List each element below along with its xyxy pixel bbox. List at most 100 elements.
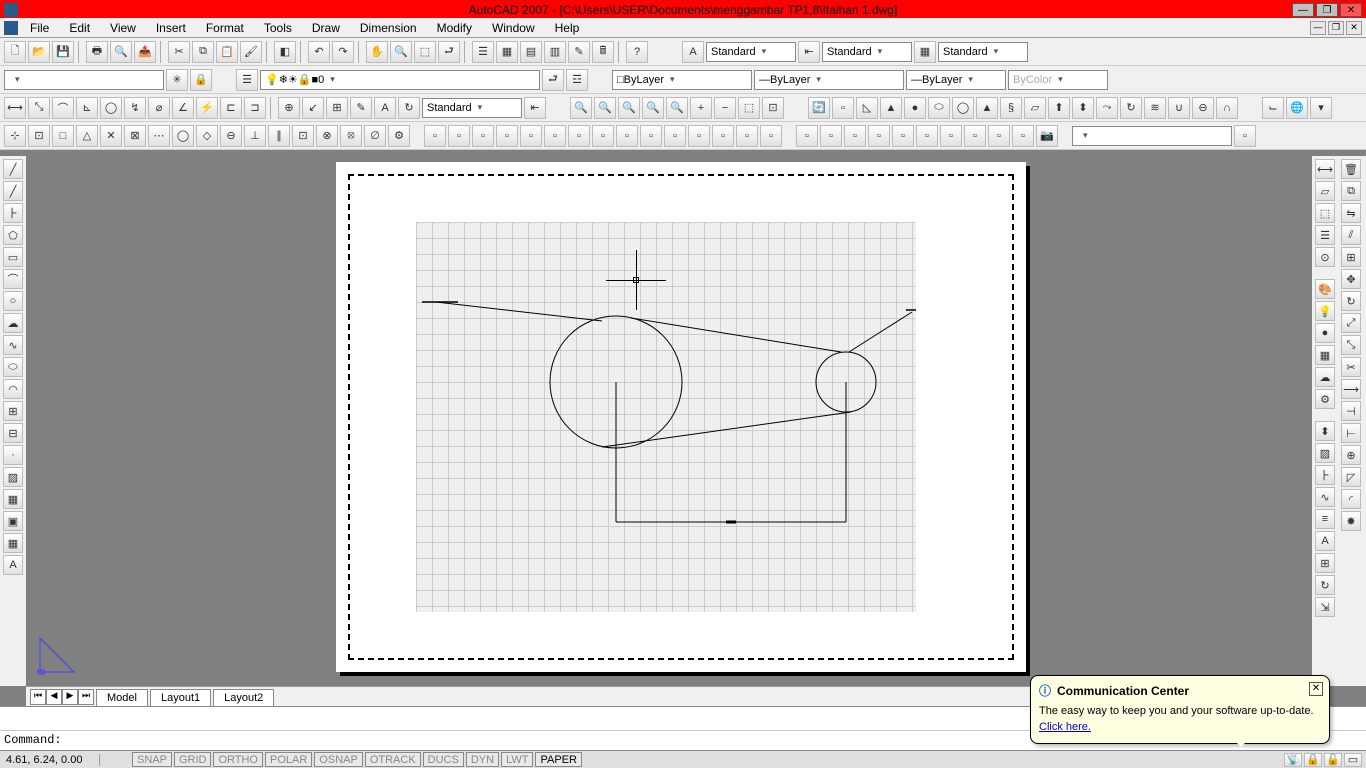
dim-edit-button[interactable]: ✎ (350, 97, 372, 119)
3d-intersect-button[interactable]: ∩ (1216, 97, 1238, 119)
balloon-link[interactable]: Click here. (1039, 721, 1321, 733)
workspace-combo[interactable] (4, 70, 164, 90)
solid-rotate-face-button[interactable]: ▫ (520, 125, 542, 147)
drawing-area[interactable] (26, 156, 1312, 686)
tablestyle-icon[interactable]: ▦ (914, 41, 936, 63)
make-block-button[interactable]: ⊟ (3, 423, 23, 443)
chamfer-button[interactable]: ◸ (1341, 467, 1361, 487)
comm-center-icon[interactable]: 📡 (1284, 753, 1302, 767)
balloon-close-button[interactable]: ✕ (1309, 682, 1323, 696)
textstyle-icon[interactable]: A (682, 41, 704, 63)
dim-style-combo[interactable]: Standard (822, 42, 912, 62)
lights-button[interactable]: 💡 (1315, 301, 1335, 321)
solid-extrude-face-button[interactable]: ▫ (424, 125, 446, 147)
markup-button[interactable]: ✎ (568, 41, 590, 63)
area-button[interactable]: ▱ (1315, 181, 1335, 201)
solid-color-edge-button[interactable]: ▫ (640, 125, 662, 147)
line-button[interactable]: ╱ (3, 159, 23, 179)
tab-layout1[interactable]: Layout1 (150, 689, 211, 706)
dimstyle-icon[interactable]: ⇤ (798, 41, 820, 63)
dim-jogged-button[interactable]: ↯ (124, 97, 146, 119)
workspace-settings-button[interactable]: ✳ (166, 69, 188, 91)
dim-style-button[interactable]: ⇤ (524, 97, 546, 119)
plot-button[interactable]: 🖶 (86, 41, 108, 63)
3d-helix-button[interactable]: § (1000, 97, 1022, 119)
3d-rotate-button[interactable]: 🔄 (808, 97, 830, 119)
3d-union-button[interactable]: ∪ (1168, 97, 1190, 119)
3d-extrude-button[interactable]: ⬆ (1048, 97, 1070, 119)
zoom-object-button[interactable]: 🔍 (666, 97, 688, 119)
render-env-button[interactable]: ☁ (1315, 367, 1335, 387)
publish-button[interactable]: 📤 (134, 41, 156, 63)
osnap-toggle[interactable]: OSNAP (314, 752, 363, 767)
menu-view[interactable]: View (100, 21, 146, 35)
attribute-edit-button[interactable]: A (1315, 531, 1335, 551)
lock-icon[interactable]: 🔒 (1304, 753, 1322, 767)
solid-offset-face-button[interactable]: ▫ (472, 125, 494, 147)
dim-diameter-button[interactable]: ⌀ (148, 97, 170, 119)
dim-linear-button[interactable]: ⟷ (4, 97, 26, 119)
solid-delete-face-button[interactable]: ▫ (496, 125, 518, 147)
polar-toggle[interactable]: POLAR (265, 752, 312, 767)
lwt-toggle[interactable]: LWT (501, 752, 533, 767)
view-camera-button[interactable]: 📷 (1036, 125, 1058, 147)
dim-ordinate-button[interactable]: ⊾ (76, 97, 98, 119)
ellipse-arc-button[interactable]: ◠ (3, 379, 23, 399)
dim-update-button[interactable]: ↻ (398, 97, 420, 119)
text-style-combo[interactable]: Standard (706, 42, 796, 62)
dim-baseline-button[interactable]: ⊏ (220, 97, 242, 119)
save-button[interactable]: 💾 (52, 41, 74, 63)
3d-presspull-button[interactable]: ⬍ (1072, 97, 1094, 119)
dim-center-button[interactable]: ⊕ (278, 97, 300, 119)
tab-prev-button[interactable]: ◀ (46, 689, 62, 705)
layer-manager-button[interactable]: ☰ (236, 69, 258, 91)
view-ne-iso-button[interactable]: ▫ (988, 125, 1010, 147)
table-style-combo[interactable]: Standard (938, 42, 1028, 62)
toolbar-lock-icon[interactable]: 🔓 (1324, 753, 1342, 767)
table-button[interactable]: ▦ (3, 533, 23, 553)
match-properties-button[interactable]: 🖌 (240, 41, 262, 63)
break-at-button[interactable]: ⊣ (1341, 401, 1361, 421)
close-button[interactable]: ✕ (1340, 3, 1362, 17)
visual-style-combo[interactable] (1072, 126, 1232, 146)
zoom-scale-button[interactable]: 🔍 (618, 97, 640, 119)
solid-copy-face-button[interactable]: ▫ (568, 125, 590, 147)
3d-cylinder-button[interactable]: ⬭ (928, 97, 950, 119)
menu-dimension[interactable]: Dimension (350, 21, 427, 35)
solid-shell-button[interactable]: ▫ (736, 125, 758, 147)
otrack-toggle[interactable]: OTRACK (365, 752, 421, 767)
zoom-previous-button[interactable]: ⮐ (438, 41, 460, 63)
view-right-button[interactable]: ▫ (868, 125, 890, 147)
dim-radius-button[interactable]: ◯ (100, 97, 122, 119)
osnap-center-button[interactable]: ◯ (172, 125, 194, 147)
osnap-midpoint-button[interactable]: △ (76, 125, 98, 147)
ucs-more-button[interactable]: ▾ (1310, 97, 1332, 119)
dim-arc-button[interactable]: ⌒ (52, 97, 74, 119)
adv-render-button[interactable]: ⚙ (1315, 389, 1335, 409)
osnap-insert-button[interactable]: ⊡ (292, 125, 314, 147)
osnap-from-button[interactable]: ⊡ (28, 125, 50, 147)
menu-file[interactable]: File (20, 21, 59, 35)
solid-move-face-button[interactable]: ▫ (448, 125, 470, 147)
draw-order-button[interactable]: ⬍ (1315, 421, 1335, 441)
join-button[interactable]: ⊕ (1341, 445, 1361, 465)
solid-imprint-button[interactable]: ▫ (664, 125, 686, 147)
mapping-button[interactable]: ▦ (1315, 345, 1335, 365)
explode-button[interactable]: ✸ (1341, 511, 1361, 531)
menu-insert[interactable]: Insert (146, 21, 196, 35)
layer-previous-button[interactable]: ⮐ (542, 69, 564, 91)
menu-modify[interactable]: Modify (427, 21, 482, 35)
properties-button[interactable]: ☰ (472, 41, 494, 63)
osnap-quadrant-button[interactable]: ◇ (196, 125, 218, 147)
erase-button[interactable]: 🗑 (1341, 159, 1361, 179)
lineweight-combo[interactable]: — ByLayer (906, 70, 1006, 90)
osnap-extension-button[interactable]: ⋯ (148, 125, 170, 147)
3d-planar-button[interactable]: ▱ (1024, 97, 1046, 119)
design-center-button[interactable]: ▦ (496, 41, 518, 63)
zoom-in-button[interactable]: + (690, 97, 712, 119)
snap-toggle[interactable]: SNAP (132, 752, 172, 767)
quickcalc-button[interactable]: 🖩 (592, 41, 614, 63)
3d-pyramid-button[interactable]: ▲ (976, 97, 998, 119)
distance-button[interactable]: ⟷ (1315, 159, 1335, 179)
zoom-window2-button[interactable]: 🔍 (570, 97, 592, 119)
